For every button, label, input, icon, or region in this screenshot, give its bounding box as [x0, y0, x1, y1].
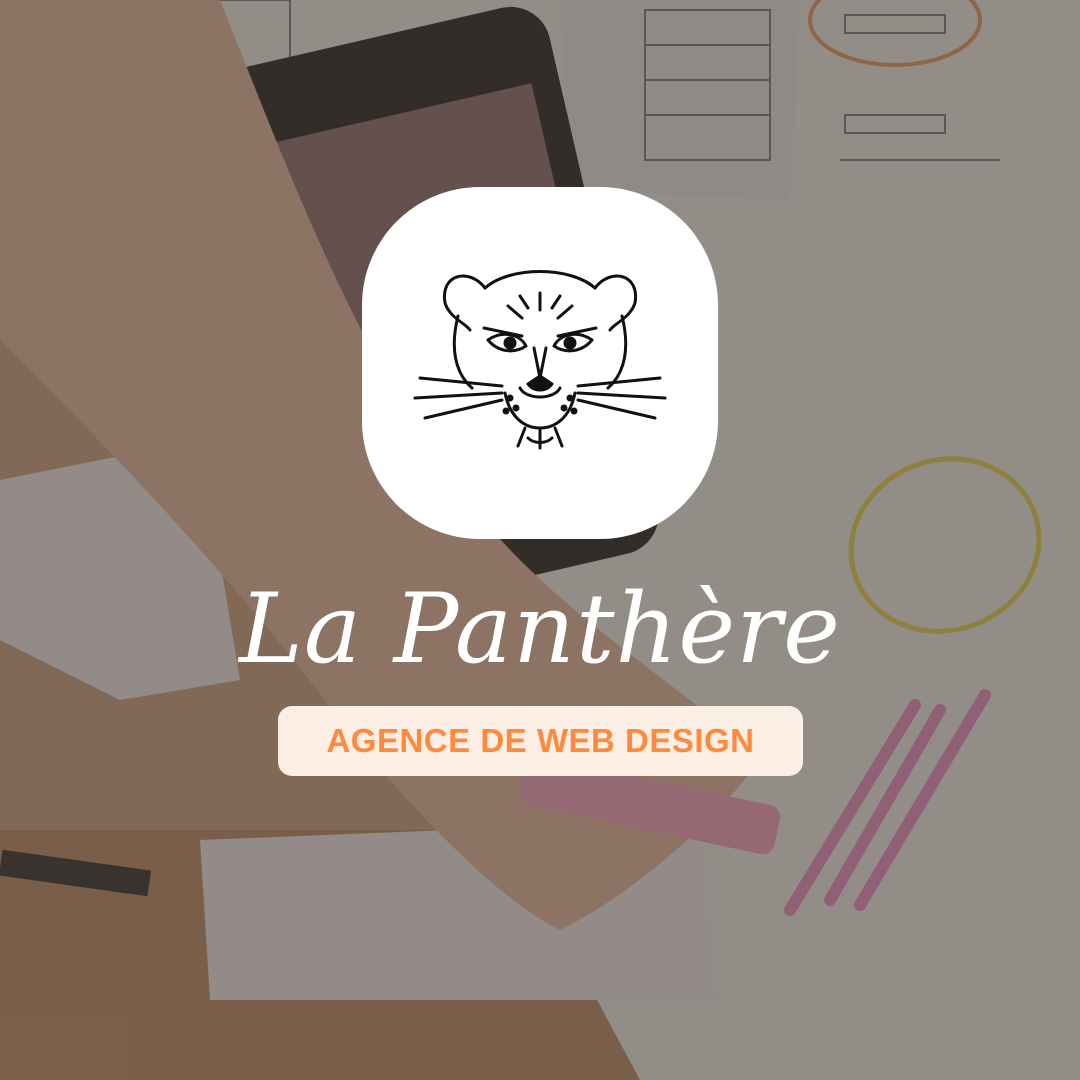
brand-title: La Panthère: [239, 573, 841, 685]
panther-head-icon: [413, 270, 667, 450]
dim-overlay: [0, 0, 1080, 1080]
logo-tile: [362, 187, 718, 539]
tagline-badge: AGENCE DE WEB DESIGN: [278, 706, 803, 776]
tagline-text: AGENCE DE WEB DESIGN: [326, 722, 755, 759]
